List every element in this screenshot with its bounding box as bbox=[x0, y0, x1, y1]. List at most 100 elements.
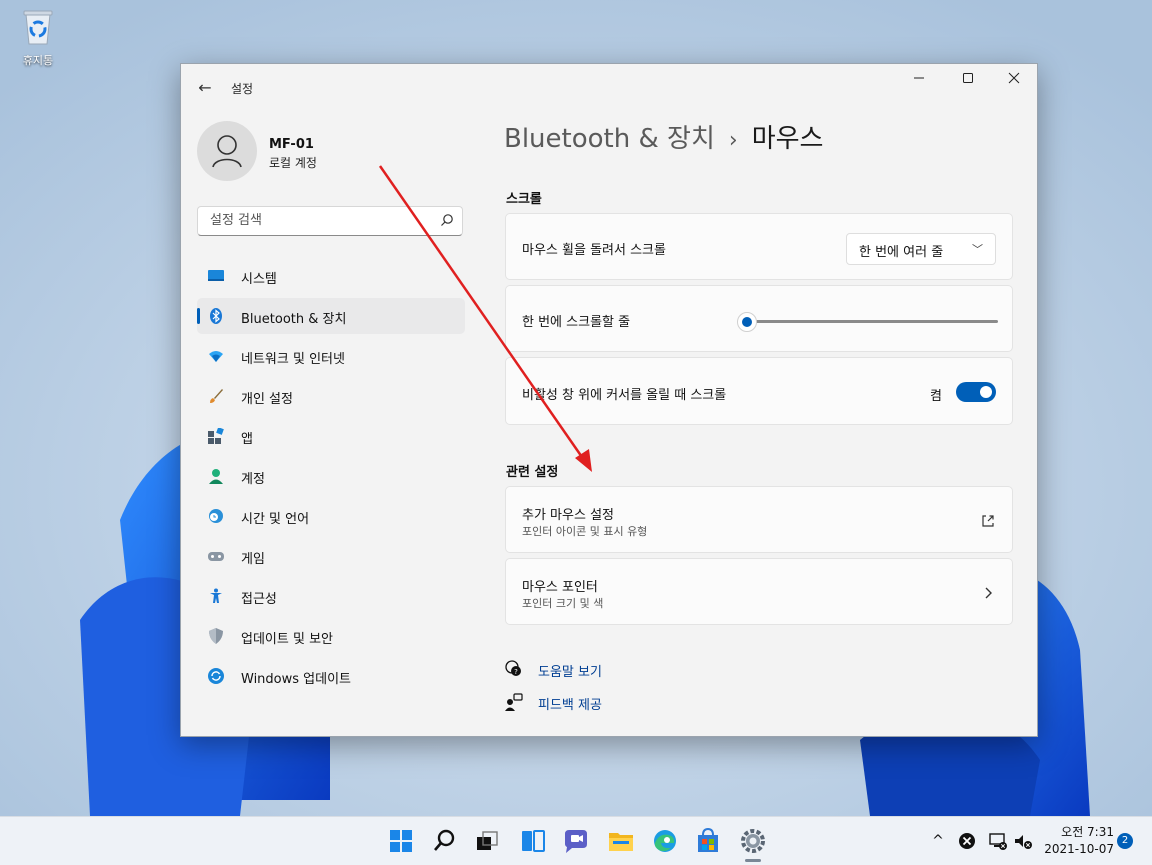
edge-icon[interactable] bbox=[649, 825, 681, 857]
scroll-mode-dropdown[interactable]: 한 번에 여러 줄 ﹀ bbox=[846, 233, 996, 265]
sidebar-item-network[interactable]: 네트워크 및 인터넷 bbox=[197, 338, 465, 374]
clock-date: 2021-10-07 bbox=[1044, 842, 1114, 856]
volume-muted-icon[interactable] bbox=[1013, 831, 1033, 851]
page-title: 마우스 bbox=[751, 124, 824, 154]
search-input[interactable] bbox=[208, 212, 432, 229]
settings-search[interactable] bbox=[197, 206, 463, 236]
mouse-pointer-label: 마우스 포인터 bbox=[522, 580, 598, 595]
mouse-pointer-sub: 포인터 크기 및 색 bbox=[522, 597, 604, 610]
external-link-icon bbox=[982, 515, 994, 527]
system-clock[interactable]: 오전 7:31 2021-10-07 bbox=[1036, 824, 1114, 858]
apps-icon bbox=[208, 428, 224, 444]
slider-thumb[interactable] bbox=[737, 312, 758, 332]
store-icon[interactable] bbox=[692, 825, 724, 857]
windows-update-icon bbox=[208, 668, 224, 684]
search-icon[interactable] bbox=[429, 825, 461, 857]
error-status-icon[interactable] bbox=[957, 831, 977, 851]
gaming-icon bbox=[208, 552, 224, 561]
lines-to-scroll-setting: 한 번에 스크롤할 줄 bbox=[505, 285, 1013, 352]
minimize-button[interactable] bbox=[896, 64, 942, 96]
minimize-icon bbox=[914, 77, 924, 79]
selection-indicator bbox=[197, 308, 200, 324]
widgets-icon[interactable] bbox=[517, 825, 549, 857]
sidebar-item-label: 앱 bbox=[241, 432, 253, 447]
inactive-scroll-toggle[interactable] bbox=[956, 382, 996, 402]
sidebar-item-update-security[interactable]: 업데이트 및 보안 bbox=[197, 618, 465, 654]
back-arrow-icon: ← bbox=[198, 78, 212, 97]
mouse-pointer-settings[interactable]: 마우스 포인터 포인터 크기 및 색 bbox=[505, 558, 1013, 625]
sidebar-item-personalization[interactable]: 개인 설정 bbox=[197, 378, 465, 414]
chevron-right-icon bbox=[985, 587, 992, 599]
sidebar-item-accessibility[interactable]: 접근성 bbox=[197, 578, 465, 614]
back-button[interactable]: ← bbox=[195, 78, 215, 98]
task-view-icon[interactable] bbox=[471, 825, 503, 857]
lines-to-scroll-slider[interactable] bbox=[737, 312, 998, 332]
accounts-icon bbox=[209, 469, 223, 484]
file-explorer-icon[interactable] bbox=[605, 825, 637, 857]
sidebar-item-gaming[interactable]: 게임 bbox=[197, 538, 465, 574]
sidebar-item-windows-update[interactable]: Windows 업데이트 bbox=[197, 658, 465, 694]
accessibility-icon bbox=[210, 588, 222, 603]
sidebar-item-bluetooth-devices[interactable]: Bluetooth & 장치 bbox=[197, 298, 465, 334]
lines-to-scroll-label: 한 번에 스크롤할 줄 bbox=[522, 315, 631, 330]
avatar bbox=[197, 121, 257, 181]
sidebar-item-label: 시간 및 언어 bbox=[241, 512, 310, 527]
feedback-label: 피드백 제공 bbox=[538, 698, 602, 713]
start-icon[interactable] bbox=[385, 825, 417, 857]
personalization-brush-icon bbox=[210, 389, 223, 403]
breadcrumb: Bluetooth & 장치 › 마우스 bbox=[504, 118, 823, 155]
network-icon bbox=[209, 351, 223, 362]
close-icon bbox=[1008, 72, 1020, 84]
chat-icon[interactable] bbox=[560, 825, 592, 857]
sidebar-item-label: Bluetooth & 장치 bbox=[241, 312, 347, 327]
section-title-scroll: 스크롤 bbox=[506, 192, 542, 207]
notification-badge[interactable]: 2 bbox=[1117, 833, 1133, 849]
settings-icon[interactable] bbox=[737, 825, 769, 857]
shield-icon bbox=[209, 628, 223, 644]
sidebar-item-label: 접근성 bbox=[241, 592, 277, 607]
wheel-scroll-label: 마우스 휠을 돌려서 스크롤 bbox=[522, 243, 666, 258]
inactive-scroll-setting: 비활성 창 위에 커서를 올릴 때 스크롤 켬 bbox=[505, 357, 1013, 425]
sidebar-item-label: 시스템 bbox=[241, 272, 277, 287]
additional-mouse-settings-sub: 포인터 아이콘 및 표시 유형 bbox=[522, 525, 648, 538]
recycle-bin-label: 휴지통 bbox=[22, 54, 54, 67]
search-icon[interactable] bbox=[440, 213, 454, 227]
account-type: 로컬 계정 bbox=[269, 156, 317, 170]
recycle-bin-icon bbox=[23, 10, 53, 45]
settings-window: ← 설정 MF-01 로컬 계정 설정 검색 시스템 Bluetooth & 장… bbox=[180, 63, 1038, 737]
breadcrumb-parent[interactable]: Bluetooth & 장치 bbox=[504, 124, 715, 154]
network-disconnected-icon[interactable] bbox=[988, 831, 1008, 851]
toggle-state-label: 켬 bbox=[930, 389, 942, 404]
clock-time: 오전 7:31 bbox=[1061, 825, 1114, 839]
tray-overflow-button[interactable]: ^ bbox=[928, 831, 948, 851]
scroll-mode-value: 한 번에 여러 줄 bbox=[859, 245, 944, 260]
svg-text:?: ? bbox=[514, 668, 518, 676]
sidebar-item-label: 업데이트 및 보안 bbox=[241, 632, 333, 647]
inactive-scroll-label: 비활성 창 위에 커서를 올릴 때 스크롤 bbox=[522, 388, 727, 403]
time-language-icon bbox=[209, 509, 223, 523]
additional-mouse-settings[interactable]: 추가 마우스 설정 포인터 아이콘 및 표시 유형 bbox=[505, 486, 1013, 553]
sidebar-item-time-language[interactable]: 시간 및 언어 bbox=[197, 498, 465, 534]
sidebar-item-system[interactable]: 시스템 bbox=[197, 258, 465, 294]
close-button[interactable] bbox=[991, 64, 1037, 96]
bluetooth-icon bbox=[210, 308, 222, 324]
person-icon bbox=[212, 135, 242, 168]
user-name: MF-01 bbox=[269, 137, 314, 152]
section-title-related: 관련 설정 bbox=[506, 465, 559, 480]
recycle-bin[interactable]: 휴지통 bbox=[10, 8, 66, 68]
sidebar-item-label: 네트워크 및 인터넷 bbox=[241, 352, 345, 367]
system-icon bbox=[208, 270, 224, 281]
sidebar-item-apps[interactable]: 앱 bbox=[197, 418, 465, 454]
feedback-icon bbox=[505, 693, 523, 711]
chevron-down-icon: ﹀ bbox=[972, 243, 983, 256]
maximize-button[interactable] bbox=[945, 64, 991, 96]
sidebar-item-label: 게임 bbox=[241, 552, 265, 567]
wheel-scroll-setting: 마우스 휠을 돌려서 스크롤 한 번에 여러 줄 ﹀ bbox=[505, 213, 1013, 280]
title-bar: ← 설정 bbox=[181, 64, 1037, 110]
sidebar-item-accounts[interactable]: 계정 bbox=[197, 458, 465, 494]
additional-mouse-settings-label: 추가 마우스 설정 bbox=[522, 508, 614, 523]
toggle-knob bbox=[980, 386, 992, 398]
get-help-label: 도움말 보기 bbox=[538, 665, 602, 680]
help-icon: ? bbox=[505, 660, 521, 676]
taskbar: ^ 오전 7:31 2021-10-07 2 bbox=[0, 816, 1152, 865]
